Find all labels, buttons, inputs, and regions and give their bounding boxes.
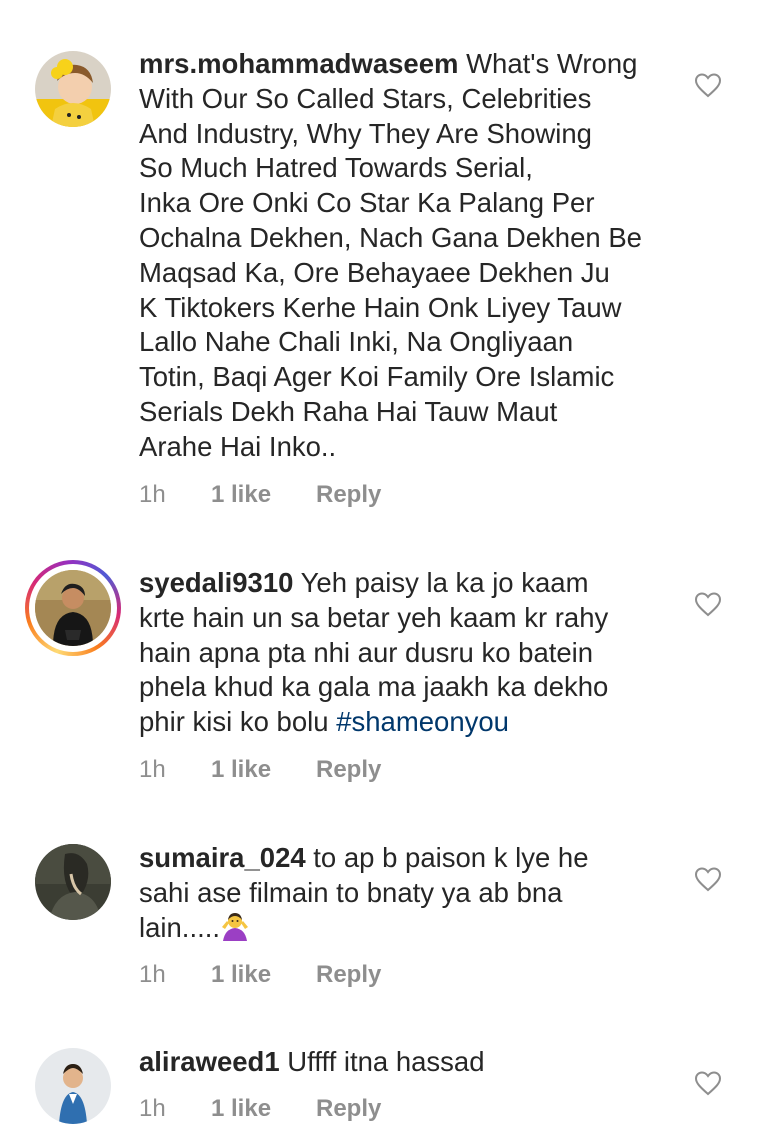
avatar[interactable]: [35, 570, 111, 646]
comment-time: 1h: [139, 1095, 166, 1122]
reply-button[interactable]: Reply: [316, 1094, 381, 1124]
comment-body: mrs.mohammadwaseem What's Wrong With Our…: [139, 47, 679, 465]
comment-likes[interactable]: 1 like: [211, 480, 316, 510]
reply-button[interactable]: Reply: [316, 480, 381, 510]
story-ring[interactable]: [25, 560, 121, 656]
comment-username[interactable]: syedali9310: [139, 567, 293, 598]
comment-text: Uffff itna hassad: [279, 1046, 485, 1077]
avatar[interactable]: [35, 844, 111, 920]
comment-likes[interactable]: 1 like: [211, 960, 316, 990]
heart-outline-icon[interactable]: [694, 1070, 722, 1096]
comment-time: 1h: [139, 756, 166, 783]
reply-button[interactable]: Reply: [316, 960, 381, 990]
comment-text: What's Wrong With Our So Called Stars, C…: [139, 48, 642, 462]
comment-username[interactable]: sumaira_024: [139, 842, 306, 873]
heart-outline-icon[interactable]: [694, 72, 722, 98]
heart-outline-icon[interactable]: [694, 866, 722, 892]
comment-username[interactable]: aliraweed1: [139, 1046, 280, 1077]
avatar[interactable]: [35, 51, 111, 127]
comment-body: aliraweed1 Uffff itna hassad: [139, 1045, 679, 1080]
comment-meta: 1h 1 like Reply: [139, 1094, 381, 1124]
comment-meta: 1h 1 like Reply: [139, 960, 381, 990]
comment-username[interactable]: mrs.mohammadwaseem: [139, 48, 458, 79]
comment-body: syedali9310 Yeh paisy la ka jo kaam krte…: [139, 566, 679, 740]
comment-meta: 1h 1 like Reply: [139, 480, 381, 510]
person-shrugging-emoji: [222, 912, 249, 941]
reply-button[interactable]: Reply: [316, 755, 381, 785]
comment-time: 1h: [139, 961, 166, 988]
heart-outline-icon[interactable]: [694, 591, 722, 617]
comment-meta: 1h 1 like Reply: [139, 755, 381, 785]
comment-likes[interactable]: 1 like: [211, 1094, 316, 1124]
avatar[interactable]: [35, 1048, 111, 1124]
comment-time: 1h: [139, 481, 166, 508]
comment-body: sumaira_024 to ap b paison k lye he sahi…: [139, 841, 679, 945]
comment-likes[interactable]: 1 like: [211, 755, 316, 785]
comment-hashtag-link[interactable]: #shameonyou: [336, 706, 509, 737]
